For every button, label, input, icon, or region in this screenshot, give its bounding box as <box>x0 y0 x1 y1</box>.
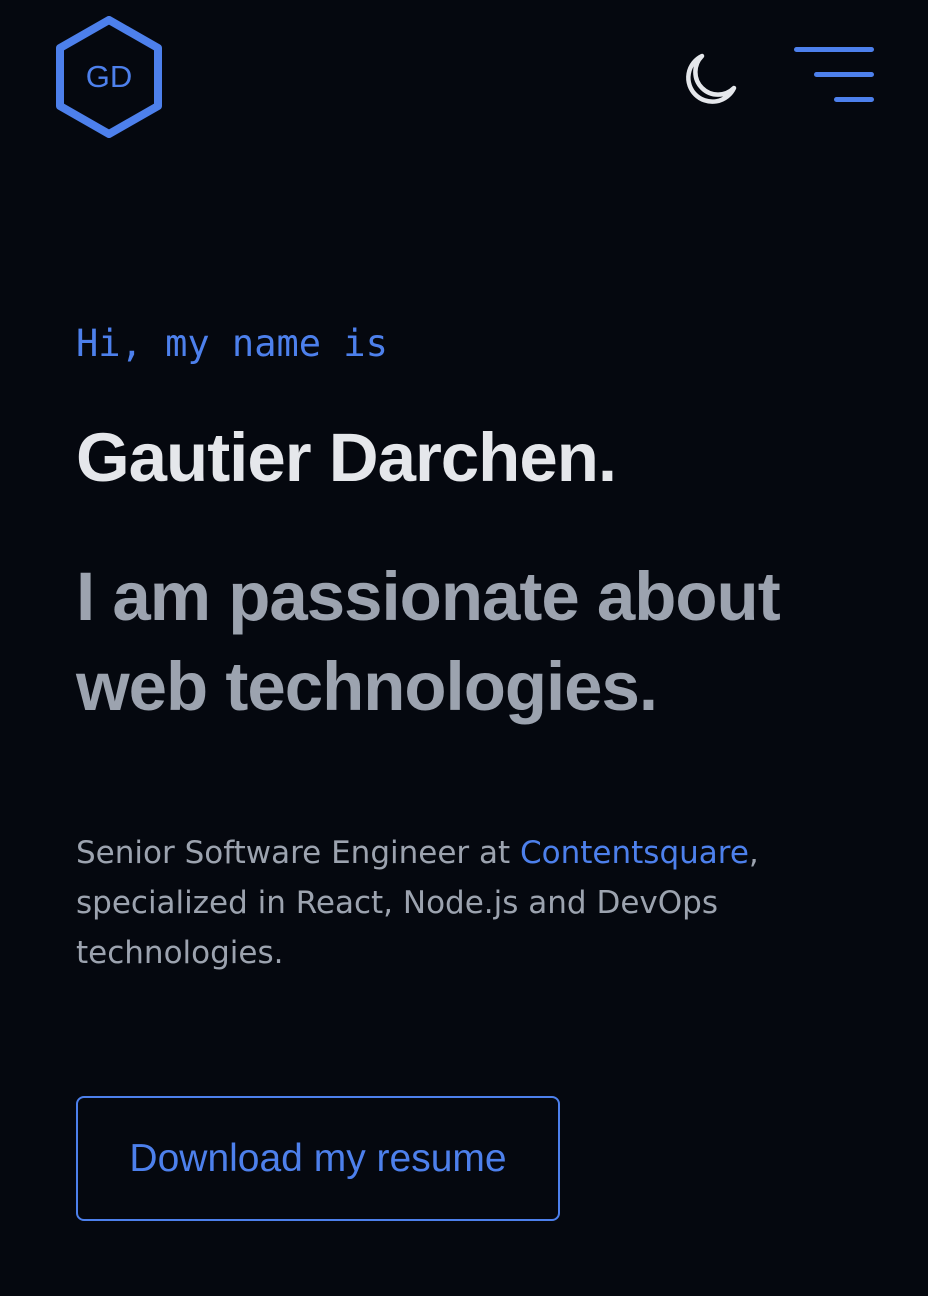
greeting-text: Hi, my name is <box>76 322 388 365</box>
moon-icon <box>686 53 737 104</box>
hamburger-menu-button[interactable] <box>790 44 878 108</box>
hero-tagline-heading: I am passionate about web technologies. <box>76 558 781 725</box>
description-text-before: Senior Software Engineer at <box>76 835 521 871</box>
theme-toggle-button[interactable] <box>676 48 740 108</box>
home-logo-link[interactable]: GD <box>54 16 164 138</box>
download-resume-button[interactable]: Download my resume <box>76 1096 560 1221</box>
contentsquare-link[interactable]: Contentsquare <box>520 835 749 871</box>
logo-initials: GD <box>85 59 133 94</box>
hero-name-heading: Gautier Darchen. <box>76 419 617 496</box>
hero-description: Senior Software Engineer at Contentsquar… <box>76 828 856 978</box>
site-header: GD <box>0 0 928 150</box>
